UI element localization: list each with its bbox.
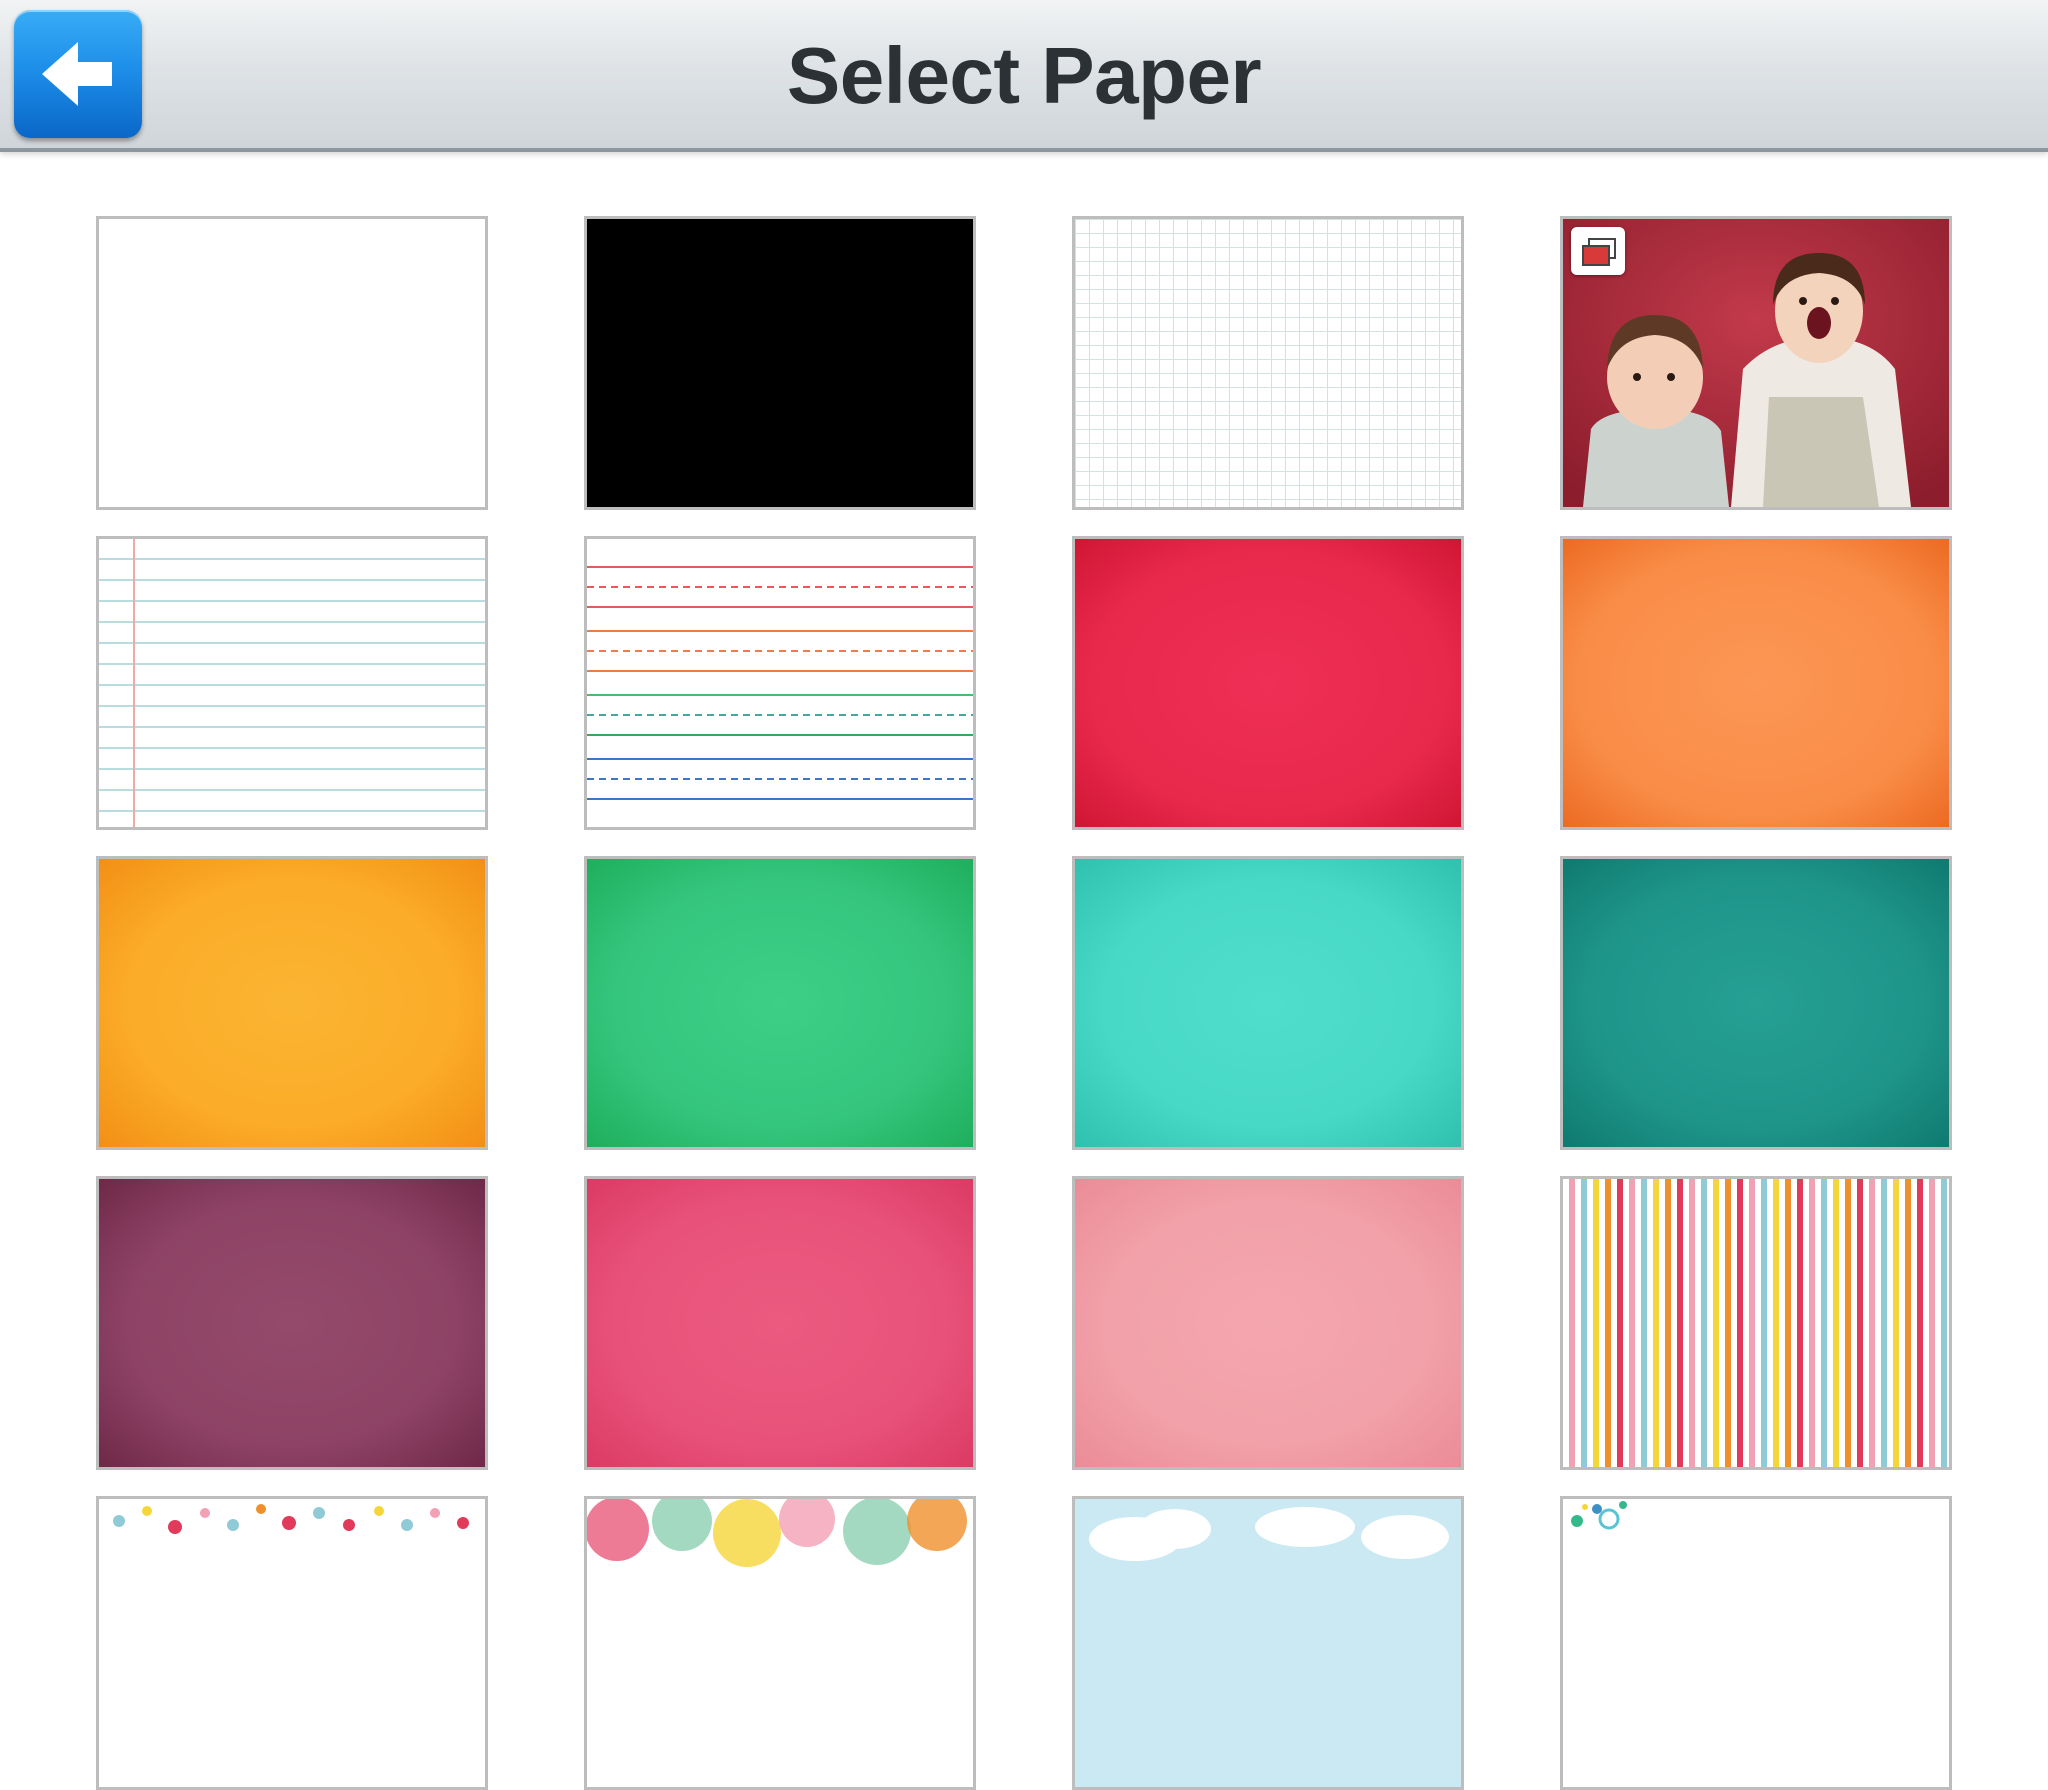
left-arrow-icon (42, 42, 112, 106)
paper-dots-corner[interactable] (1560, 1496, 1952, 1790)
confetti-dots-pattern (99, 1499, 485, 1787)
paper-graph[interactable] (1072, 216, 1464, 510)
paper-bubbles[interactable] (584, 1496, 976, 1790)
dots-corner-pattern (1563, 1499, 1949, 1787)
paper-plum[interactable] (96, 1176, 488, 1470)
paper-black[interactable] (584, 216, 976, 510)
photo-gallery-icon[interactable] (1571, 227, 1625, 275)
paper-handwriting-lined[interactable] (584, 536, 976, 830)
bubbles-pattern (587, 1499, 973, 1787)
paper-green[interactable] (584, 856, 976, 1150)
paper-light-pink[interactable] (1072, 1176, 1464, 1470)
back-button[interactable] (14, 10, 142, 138)
paper-turquoise[interactable] (1072, 856, 1464, 1150)
paper-clouds[interactable] (1072, 1496, 1464, 1790)
paper-pink[interactable] (584, 1176, 976, 1470)
paper-notebook-lined[interactable] (96, 536, 488, 830)
paper-yellow-orange[interactable] (96, 856, 488, 1150)
handwriting-lines (587, 539, 973, 827)
header-bar: Select Paper (0, 0, 2048, 152)
page-title: Select Paper (786, 31, 1262, 120)
paper-stripes[interactable] (1560, 1176, 1952, 1470)
paper-orange[interactable] (1560, 536, 1952, 830)
paper-white[interactable] (96, 216, 488, 510)
paper-photo[interactable] (1560, 216, 1952, 510)
paper-teal[interactable] (1560, 856, 1952, 1150)
clouds-pattern (1075, 1499, 1461, 1787)
paper-red[interactable] (1072, 536, 1464, 830)
paper-confetti-dots[interactable] (96, 1496, 488, 1790)
